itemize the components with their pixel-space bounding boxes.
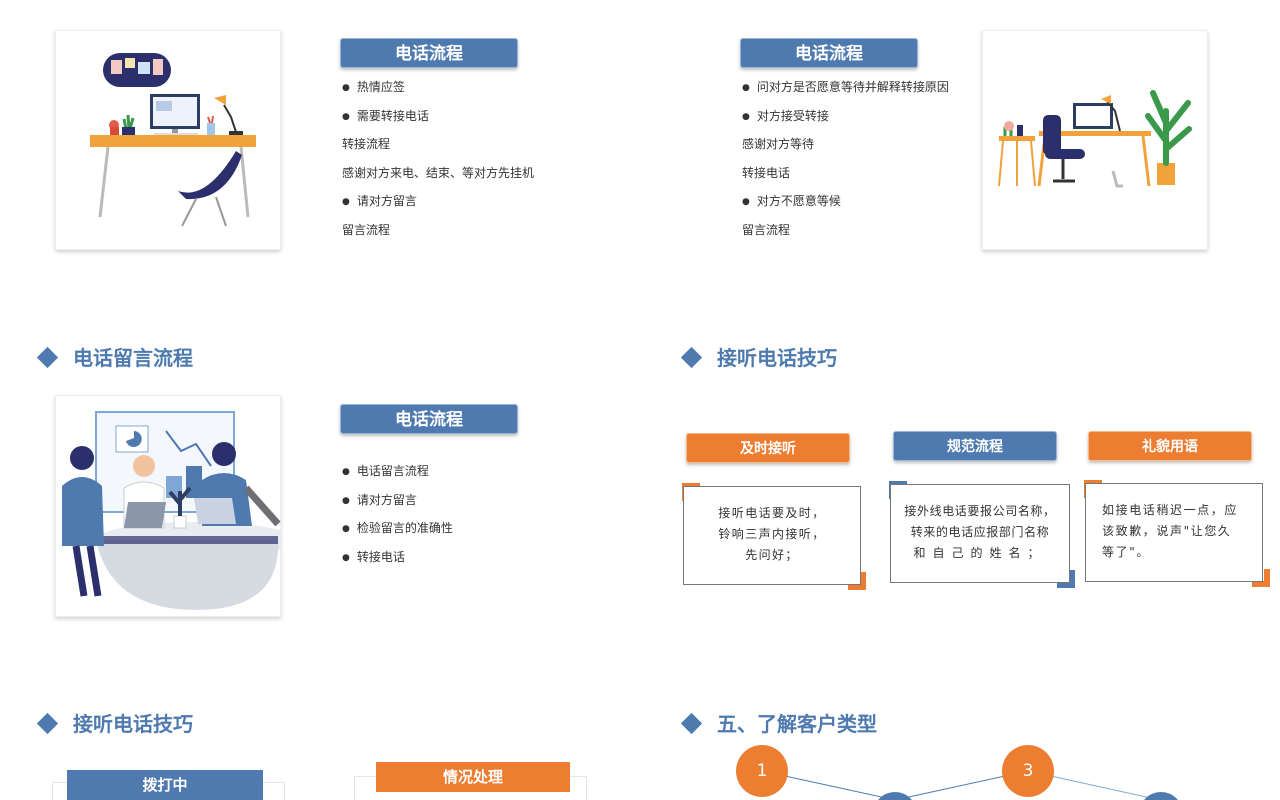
section3-list: 电话留言流程 请对方留言 检验留言的准确性 转接电话 bbox=[342, 457, 453, 571]
section-heading-text: 五、了解客户类型 bbox=[717, 712, 877, 736]
card-line: 接外线电话要报公司名称， bbox=[904, 504, 1056, 518]
workspace-plant-illustration bbox=[998, 90, 1192, 188]
section-heading-text: 接听电话技巧 bbox=[717, 346, 837, 370]
card-line: 如接电话稍迟一点，应 bbox=[1102, 503, 1239, 517]
skill-card-polite-language: 如接电话稍迟一点，应 该致歉，说声"让您久 等了"。 bbox=[1085, 483, 1263, 582]
card-line: 和自己的姓名； bbox=[913, 546, 1047, 560]
list-item: 转接电话 bbox=[342, 543, 453, 572]
card-line: 铃响三声内接听， bbox=[718, 527, 826, 541]
list-item: 请对方留言 bbox=[342, 486, 453, 515]
card-line: 等了"。 bbox=[1102, 545, 1150, 559]
workspace-plant-illustration-card bbox=[982, 30, 1208, 250]
situation-label: 情况处理 bbox=[376, 762, 570, 792]
list-item: 转接电话 bbox=[742, 165, 791, 180]
list-item: 检验留言的准确性 bbox=[342, 514, 453, 543]
card-line: 转来的电话应报部门名称 bbox=[910, 525, 1050, 539]
list-item: 留言流程 bbox=[742, 222, 791, 237]
skill-label-standard-process: 规范流程 bbox=[893, 431, 1057, 461]
customer-node-3: 3 bbox=[1002, 745, 1054, 797]
panel2-label: 电话流程 bbox=[740, 38, 918, 68]
list-item: 对方不愿意等候 bbox=[742, 187, 949, 216]
section-heading-customer-types: 五、了解客户类型 bbox=[680, 708, 877, 737]
office-desk-illustration bbox=[90, 53, 256, 227]
section-heading-phone-skills-2: 接听电话技巧 bbox=[36, 708, 193, 737]
calling-label: 拨打中 bbox=[67, 770, 263, 800]
meeting-illustration bbox=[62, 411, 296, 610]
card-line: 先问好； bbox=[745, 548, 799, 562]
skill-card-answer-promptly: 接听电话要及时， 铃响三声内接听， 先问好； bbox=[683, 486, 861, 585]
diamond-icon bbox=[680, 712, 703, 735]
list-item: 电话留言流程 bbox=[342, 457, 453, 486]
list-item: 转接流程 bbox=[342, 137, 391, 152]
list-item: 热情应签 bbox=[342, 73, 534, 102]
section-heading-phone-skills: 接听电话技巧 bbox=[680, 342, 837, 371]
list-item: 请对方留言 bbox=[342, 187, 534, 216]
list-item: 留言流程 bbox=[342, 222, 391, 237]
list-item: 对方接受转接 bbox=[742, 102, 949, 131]
section-heading-text: 电话留言流程 bbox=[73, 346, 193, 370]
list-item: 感谢对方等待 bbox=[742, 137, 815, 152]
panel1-list: 热情应签 需要转接电话 转接流程 感谢对方来电、结束、等对方先挂机 请对方留言 … bbox=[342, 73, 534, 245]
meeting-illustration-card bbox=[55, 395, 296, 617]
office-desk-illustration-card bbox=[55, 30, 281, 250]
card-line: 该致歉，说声"让您久 bbox=[1102, 524, 1232, 538]
panel2-list: 问对方是否愿意等待并解释转接原因 对方接受转接 感谢对方等待 转接电话 对方不愿… bbox=[742, 73, 949, 245]
list-item: 问对方是否愿意等待并解释转接原因 bbox=[742, 73, 949, 102]
skill-label-answer-promptly: 及时接听 bbox=[686, 433, 850, 463]
section3-label: 电话流程 bbox=[340, 404, 518, 434]
list-item: 感谢对方来电、结束、等对方先挂机 bbox=[342, 165, 535, 180]
panel1-label: 电话流程 bbox=[340, 38, 518, 68]
customer-node-1: 1 bbox=[736, 745, 788, 797]
section-heading-text: 接听电话技巧 bbox=[73, 712, 193, 736]
skill-label-polite-language: 礼貌用语 bbox=[1088, 431, 1252, 461]
card-line: 接听电话要及时， bbox=[718, 506, 826, 520]
section-heading-message-flow: 电话留言流程 bbox=[36, 342, 193, 371]
diamond-icon bbox=[36, 712, 59, 735]
diamond-icon bbox=[36, 346, 59, 369]
skill-card-standard-process: 接外线电话要报公司名称， 转来的电话应报部门名称 和自己的姓名； bbox=[890, 484, 1070, 583]
diamond-icon bbox=[680, 346, 703, 369]
list-item: 需要转接电话 bbox=[342, 102, 534, 131]
